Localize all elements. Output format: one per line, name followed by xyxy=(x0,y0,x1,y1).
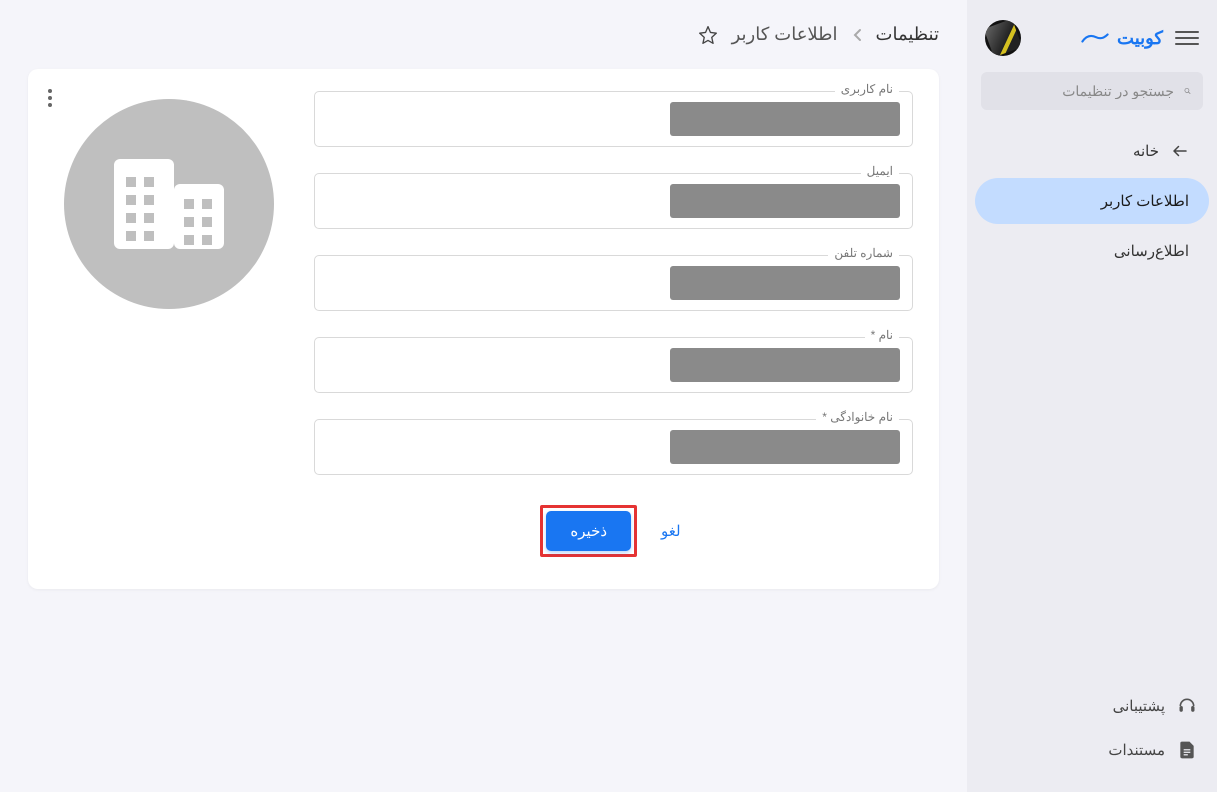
user-info-card: نام کاربری ایمیل شماره تلفن xyxy=(28,69,939,589)
sidebar-search-input[interactable] xyxy=(993,83,1174,99)
brand-wave-icon xyxy=(1081,31,1109,45)
brand-name: کوبیت xyxy=(1117,28,1163,49)
last-name-input[interactable] xyxy=(314,419,913,475)
hamburger-menu-icon[interactable] xyxy=(1175,26,1199,50)
redacted-value xyxy=(670,348,900,382)
form-column: نام کاربری ایمیل شماره تلفن xyxy=(314,91,913,557)
redacted-value xyxy=(670,266,900,300)
field-label: نام کاربری xyxy=(835,82,899,96)
main-content: تنظیمات اطلاعات کاربر نام کاربری xyxy=(0,0,967,792)
redacted-value xyxy=(670,184,900,218)
user-avatar[interactable] xyxy=(985,20,1021,56)
nav-item-home[interactable]: خانه xyxy=(975,128,1209,174)
headset-icon xyxy=(1177,696,1197,716)
footer-item-label: پشتیبانی xyxy=(1113,697,1165,715)
field-email: ایمیل xyxy=(314,173,913,229)
footer-item-label: مستندات xyxy=(1108,741,1165,759)
field-label: شماره تلفن xyxy=(828,246,899,260)
nav-item-label: اطلاعات کاربر xyxy=(1101,192,1189,210)
cancel-button[interactable]: لغو xyxy=(655,512,687,550)
sidebar: کوبیت خانه اطل xyxy=(967,0,1217,792)
field-username: نام کاربری xyxy=(314,91,913,147)
form-actions: لغو ذخیره xyxy=(314,505,913,557)
sidebar-header: کوبیت xyxy=(967,12,1217,72)
field-label: نام خانوادگی * xyxy=(816,410,899,424)
avatar-column xyxy=(54,91,284,557)
sidebar-footer: پشتیبانی مستندات xyxy=(967,684,1217,780)
field-label: نام * xyxy=(865,328,899,342)
star-icon[interactable] xyxy=(698,25,718,45)
org-avatar-placeholder[interactable] xyxy=(64,99,274,309)
breadcrumb-current: اطلاعات کاربر xyxy=(732,24,838,45)
redacted-value xyxy=(670,102,900,136)
chevron-left-icon xyxy=(852,28,862,42)
nav-item-notifications[interactable]: اطلاع‌رسانی xyxy=(975,228,1209,274)
email-input[interactable] xyxy=(314,173,913,229)
username-input[interactable] xyxy=(314,91,913,147)
field-phone: شماره تلفن xyxy=(314,255,913,311)
save-button-highlight: ذخیره xyxy=(540,505,637,557)
nav-item-label: اطلاع‌رسانی xyxy=(1114,242,1189,260)
breadcrumb: تنظیمات اطلاعات کاربر xyxy=(28,24,939,45)
building-icon xyxy=(104,149,234,259)
footer-item-docs[interactable]: مستندات xyxy=(967,728,1217,772)
nav-item-label: خانه xyxy=(1133,142,1159,160)
file-icon xyxy=(1177,740,1197,760)
redacted-value xyxy=(670,430,900,464)
card-kebab-menu[interactable] xyxy=(42,83,58,113)
brand[interactable]: کوبیت xyxy=(1033,28,1163,49)
field-label: ایمیل xyxy=(861,164,899,178)
field-last-name: نام خانوادگی * xyxy=(314,419,913,475)
first-name-input[interactable] xyxy=(314,337,913,393)
arrow-left-icon xyxy=(1171,142,1189,160)
breadcrumb-root[interactable]: تنظیمات xyxy=(876,24,939,45)
footer-item-support[interactable]: پشتیبانی xyxy=(967,684,1217,728)
save-button[interactable]: ذخیره xyxy=(546,511,631,551)
sidebar-nav: خانه اطلاعات کاربر اطلاع‌رسانی xyxy=(967,128,1217,684)
nav-item-user-info[interactable]: اطلاعات کاربر xyxy=(975,178,1209,224)
search-icon xyxy=(1184,82,1191,100)
phone-input[interactable] xyxy=(314,255,913,311)
sidebar-search[interactable] xyxy=(981,72,1203,110)
field-first-name: نام * xyxy=(314,337,913,393)
